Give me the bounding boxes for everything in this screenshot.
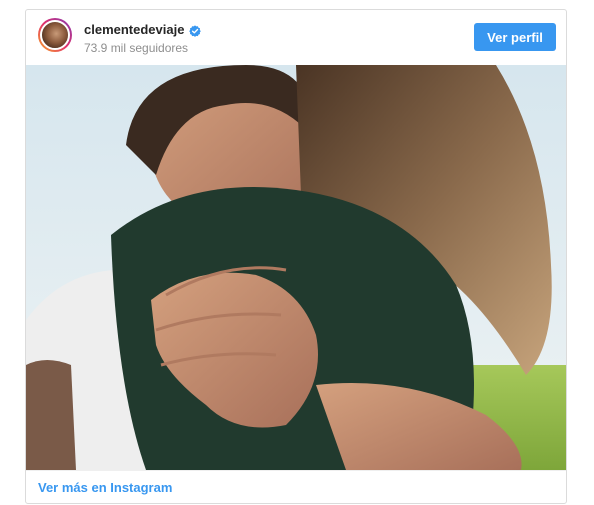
verified-badge-icon xyxy=(189,24,202,37)
view-more-on-instagram-link[interactable]: Ver más en Instagram xyxy=(38,480,172,496)
profile-avatar[interactable] xyxy=(38,18,72,52)
photo-illustration xyxy=(26,65,566,470)
user-block: clementedeviaje 73.9 mil seguidores xyxy=(84,22,202,55)
follower-count: 73.9 mil seguidores xyxy=(84,41,189,55)
username-row: clementedeviaje xyxy=(84,22,202,38)
instagram-embed-card: clementedeviaje 73.9 mil seguidores Ver … xyxy=(25,9,567,504)
view-profile-button[interactable]: Ver perfil xyxy=(474,23,556,51)
post-photo[interactable] xyxy=(26,65,566,470)
post-footer: Ver más en Instagram xyxy=(26,470,566,503)
post-header: clementedeviaje 73.9 mil seguidores Ver … xyxy=(26,10,566,65)
avatar-image xyxy=(40,20,70,50)
username[interactable]: clementedeviaje xyxy=(84,22,184,38)
